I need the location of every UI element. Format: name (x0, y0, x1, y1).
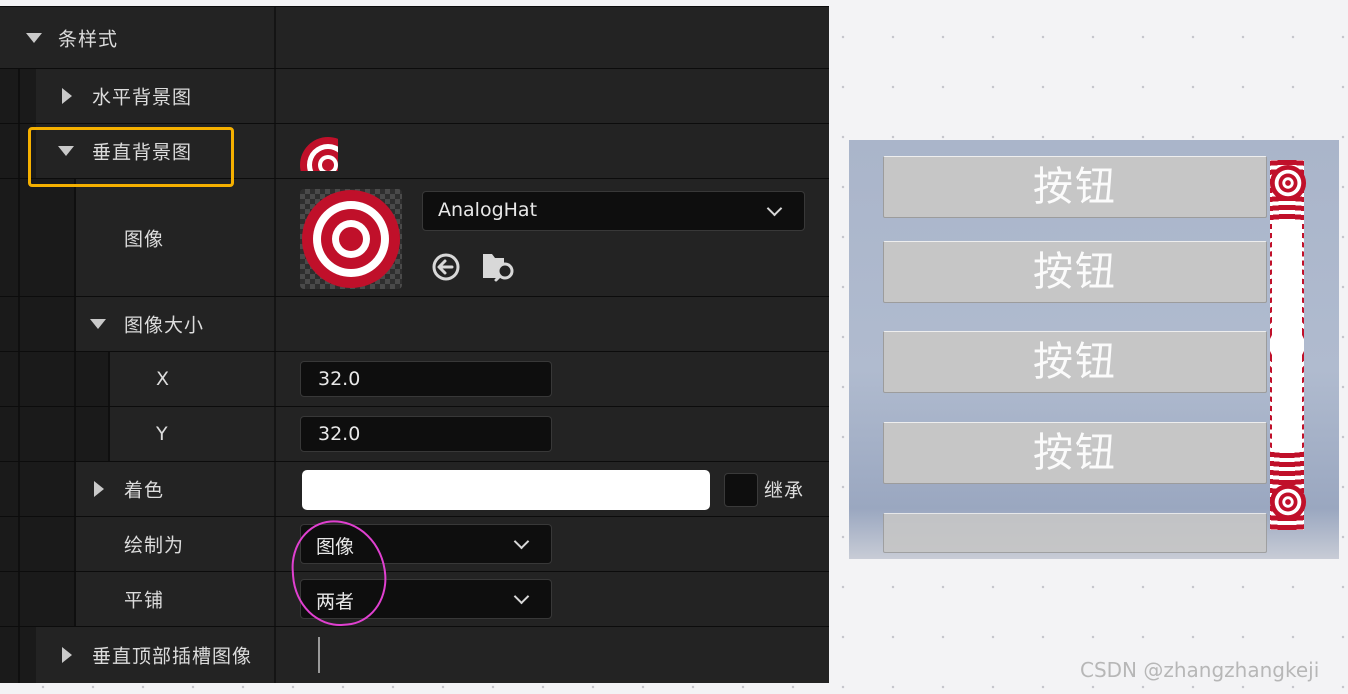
preview-button[interactable]: 按钮 (883, 422, 1267, 484)
image-size-label: 图像大小 (124, 314, 205, 337)
target-icon (302, 190, 400, 288)
chevron-down-icon (513, 588, 530, 605)
row-horizontal-bg[interactable]: 水平背景图 (0, 68, 829, 123)
expand-arrow-icon[interactable] (90, 319, 106, 329)
preview-button[interactable]: 按钮 (883, 241, 1267, 303)
horizontal-bg-label: 水平背景图 (92, 86, 193, 109)
tint-label: 着色 (124, 479, 165, 502)
browse-asset-icon[interactable] (480, 247, 516, 283)
preview-button-partial[interactable] (883, 513, 1267, 553)
widget-preview: 按钮 按钮 按钮 按钮 (849, 140, 1339, 559)
collapse-arrow-icon[interactable] (62, 647, 72, 663)
row-bar-style[interactable]: 条样式 (0, 6, 829, 68)
collapse-arrow-icon[interactable] (94, 481, 104, 497)
row-tiling: 平铺 两者 (0, 571, 829, 626)
inherit-label: 继承 (764, 479, 805, 502)
asset-name: AnalogHat (438, 199, 538, 221)
expand-arrow-icon[interactable] (26, 32, 42, 43)
draw-as-label: 绘制为 (124, 534, 185, 557)
bar-style-label: 条样式 (58, 28, 119, 50)
collapse-arrow-icon[interactable] (62, 88, 72, 104)
watermark: CSDN @zhangzhangkeji (1080, 658, 1320, 682)
image-thumbnail[interactable] (300, 189, 402, 289)
row-size-y: Y 32.0 (0, 406, 829, 461)
details-panel: 条样式 水平背景图 垂直背景图 图像 AnalogHat 图像大小 X 32.0… (0, 6, 829, 683)
chevron-down-icon (766, 200, 783, 217)
vertical-top-slot-label: 垂直顶部插槽图像 (92, 645, 253, 668)
target-icon (1269, 164, 1307, 202)
scrollbar-thumb[interactable] (1272, 220, 1302, 452)
chevron-down-icon (513, 533, 530, 550)
highlight-box (28, 127, 234, 187)
text-cursor (318, 637, 320, 673)
tint-color-swatch[interactable] (302, 470, 710, 510)
scrollbar[interactable] (1268, 160, 1308, 530)
size-x-label: X (156, 368, 171, 390)
asset-dropdown[interactable]: AnalogHat (422, 191, 805, 231)
size-y-label: Y (156, 423, 169, 445)
row-draw-as: 绘制为 图像 (0, 516, 829, 571)
row-image-size[interactable]: 图像大小 (0, 296, 829, 351)
size-x-input[interactable]: 32.0 (300, 361, 552, 397)
analog-hat-thumbnail-icon (300, 137, 338, 171)
row-tint[interactable]: 着色 继承 (0, 461, 829, 516)
target-icon (1269, 483, 1307, 521)
row-size-x: X 32.0 (0, 351, 829, 406)
preview-button[interactable]: 按钮 (883, 156, 1267, 218)
preview-button[interactable]: 按钮 (883, 331, 1267, 393)
use-selected-asset-icon[interactable] (430, 251, 462, 283)
tiling-label: 平铺 (124, 589, 165, 612)
size-y-input[interactable]: 32.0 (300, 416, 552, 452)
image-label: 图像 (124, 228, 165, 250)
row-vertical-top-slot[interactable]: 垂直顶部插槽图像 (0, 626, 829, 683)
inherit-checkbox[interactable] (724, 473, 758, 507)
row-image: 图像 AnalogHat (0, 178, 829, 296)
